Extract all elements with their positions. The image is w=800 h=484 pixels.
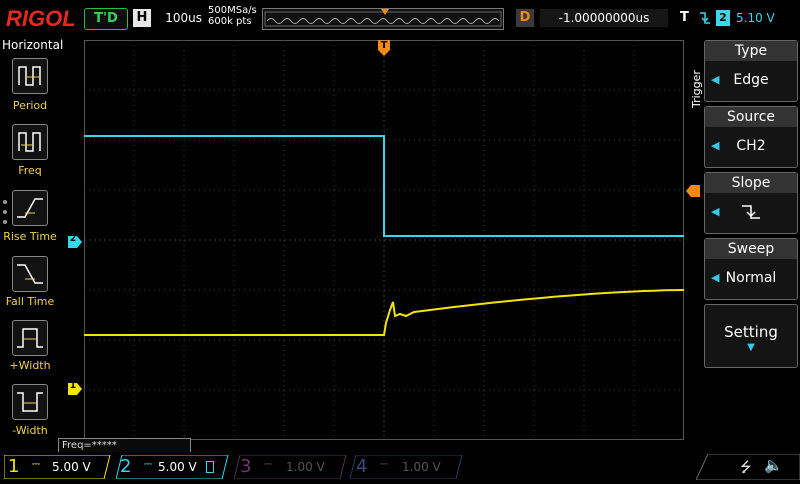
freq-measure-icon[interactable]: [12, 124, 48, 160]
status-icons-area: ⭍ 🔈: [695, 453, 800, 481]
trigger-source-control[interactable]: Source ◀ CH2: [704, 106, 798, 168]
period-label: Period: [12, 99, 48, 112]
sample-rate: 500MSa/s: [208, 5, 257, 16]
trigger-marker-label: T: [380, 40, 388, 51]
left-menu-title: Horizontal: [2, 38, 64, 52]
ch4-status[interactable]: 4 ⎓ 1.00 V: [350, 455, 464, 479]
ch1-status[interactable]: 1 ⎓ 5.00 V: [4, 455, 112, 479]
ch2-offset-label: 2: [69, 234, 77, 244]
period-measure-icon[interactable]: [12, 58, 48, 94]
menu-page-dots: [2, 198, 8, 228]
source-title: Source: [705, 107, 797, 127]
left-arrow-icon: ◀: [711, 139, 720, 152]
ch3-number: 3: [240, 456, 252, 477]
trigger-level-value[interactable]: 5.10 V: [736, 9, 784, 27]
positive-width-icon[interactable]: [12, 320, 48, 356]
bandwidth-limit-icon: [206, 461, 214, 473]
trigger-position-marker[interactable]: T: [378, 40, 390, 56]
sweep-value: Normal: [725, 270, 777, 286]
rise-time-icon[interactable]: [12, 190, 48, 226]
delay-label: D: [516, 9, 534, 27]
delay-value[interactable]: -1.00000000us: [540, 9, 668, 27]
ch2-number: 2: [120, 456, 132, 477]
ch3-status[interactable]: 3 ⎓ 1.00 V: [234, 455, 348, 479]
dc-coupling-icon: ⎓: [32, 459, 40, 470]
ch2-scale: 5.00 V: [158, 460, 197, 474]
trigger-slope-control[interactable]: Slope ◀: [704, 172, 798, 234]
timebase-value[interactable]: 100us: [154, 9, 202, 27]
negative-width-icon[interactable]: [12, 384, 48, 420]
left-arrow-icon: ◀: [711, 271, 720, 284]
ch1-scale: 5.00 V: [52, 460, 91, 474]
falling-edge-icon: [698, 9, 712, 27]
positive-width-label: +Width: [9, 359, 51, 372]
type-value: Edge: [733, 72, 769, 88]
negative-width-label: -Width: [12, 424, 48, 437]
waveform-display[interactable]: [84, 40, 684, 440]
left-arrow-icon: ◀: [711, 73, 720, 86]
source-value: CH2: [736, 138, 766, 154]
memory-overview-strip[interactable]: [262, 8, 504, 30]
fall-time-label: Fall Time: [5, 295, 55, 308]
dc-coupling-icon: ⎓: [144, 459, 152, 470]
setting-label: Setting: [724, 323, 778, 341]
ch3-scale: 1.00 V: [286, 460, 325, 474]
ch2-offset-marker[interactable]: 2: [68, 233, 82, 248]
run-status-indicator[interactable]: T'D: [84, 8, 128, 30]
trigger-menu-tab: Trigger: [690, 70, 703, 108]
ch1-number: 1: [8, 456, 20, 477]
brand-logo: RIGOL: [6, 6, 76, 31]
slope-title: Slope: [705, 173, 797, 193]
dc-coupling-icon: ⎓: [264, 459, 272, 470]
memory-depth: 600k pts: [208, 16, 252, 27]
fall-time-icon[interactable]: [12, 256, 48, 292]
falling-slope-icon: [742, 205, 760, 219]
ch2-status[interactable]: 2 ⎓ 5.00 V: [116, 455, 230, 479]
trigger-type-control[interactable]: Type ◀ Edge: [704, 40, 798, 102]
trigger-sweep-control[interactable]: Sweep ◀ Normal: [704, 238, 798, 300]
acquisition-info: 500MSa/s 600k pts: [208, 5, 257, 27]
down-arrow-icon: ▼: [747, 342, 755, 353]
trigger-channel-badge: 2: [716, 10, 730, 26]
dc-coupling-icon: ⎓: [380, 459, 388, 470]
speaker-muted-icon[interactable]: 🔈: [764, 456, 783, 474]
freq-label: Freq: [18, 164, 42, 177]
memory-waveform-overview: [264, 9, 502, 27]
ch4-scale: 1.00 V: [402, 460, 441, 474]
ch4-number: 4: [356, 456, 368, 477]
trigger-level-marker[interactable]: [686, 182, 700, 197]
ch1-offset-label: 1: [69, 381, 77, 391]
sweep-title: Sweep: [705, 239, 797, 259]
trigger-label: T: [680, 10, 689, 25]
ch1-offset-marker[interactable]: 1: [68, 380, 82, 395]
left-arrow-icon: ◀: [711, 205, 720, 218]
trigger-setting-button[interactable]: Setting ▼: [704, 304, 798, 368]
rise-time-label: Rise Time: [3, 230, 57, 243]
horizontal-label: H: [133, 9, 151, 27]
usb-icon: ⭍: [740, 460, 752, 476]
type-title: Type: [705, 41, 797, 61]
